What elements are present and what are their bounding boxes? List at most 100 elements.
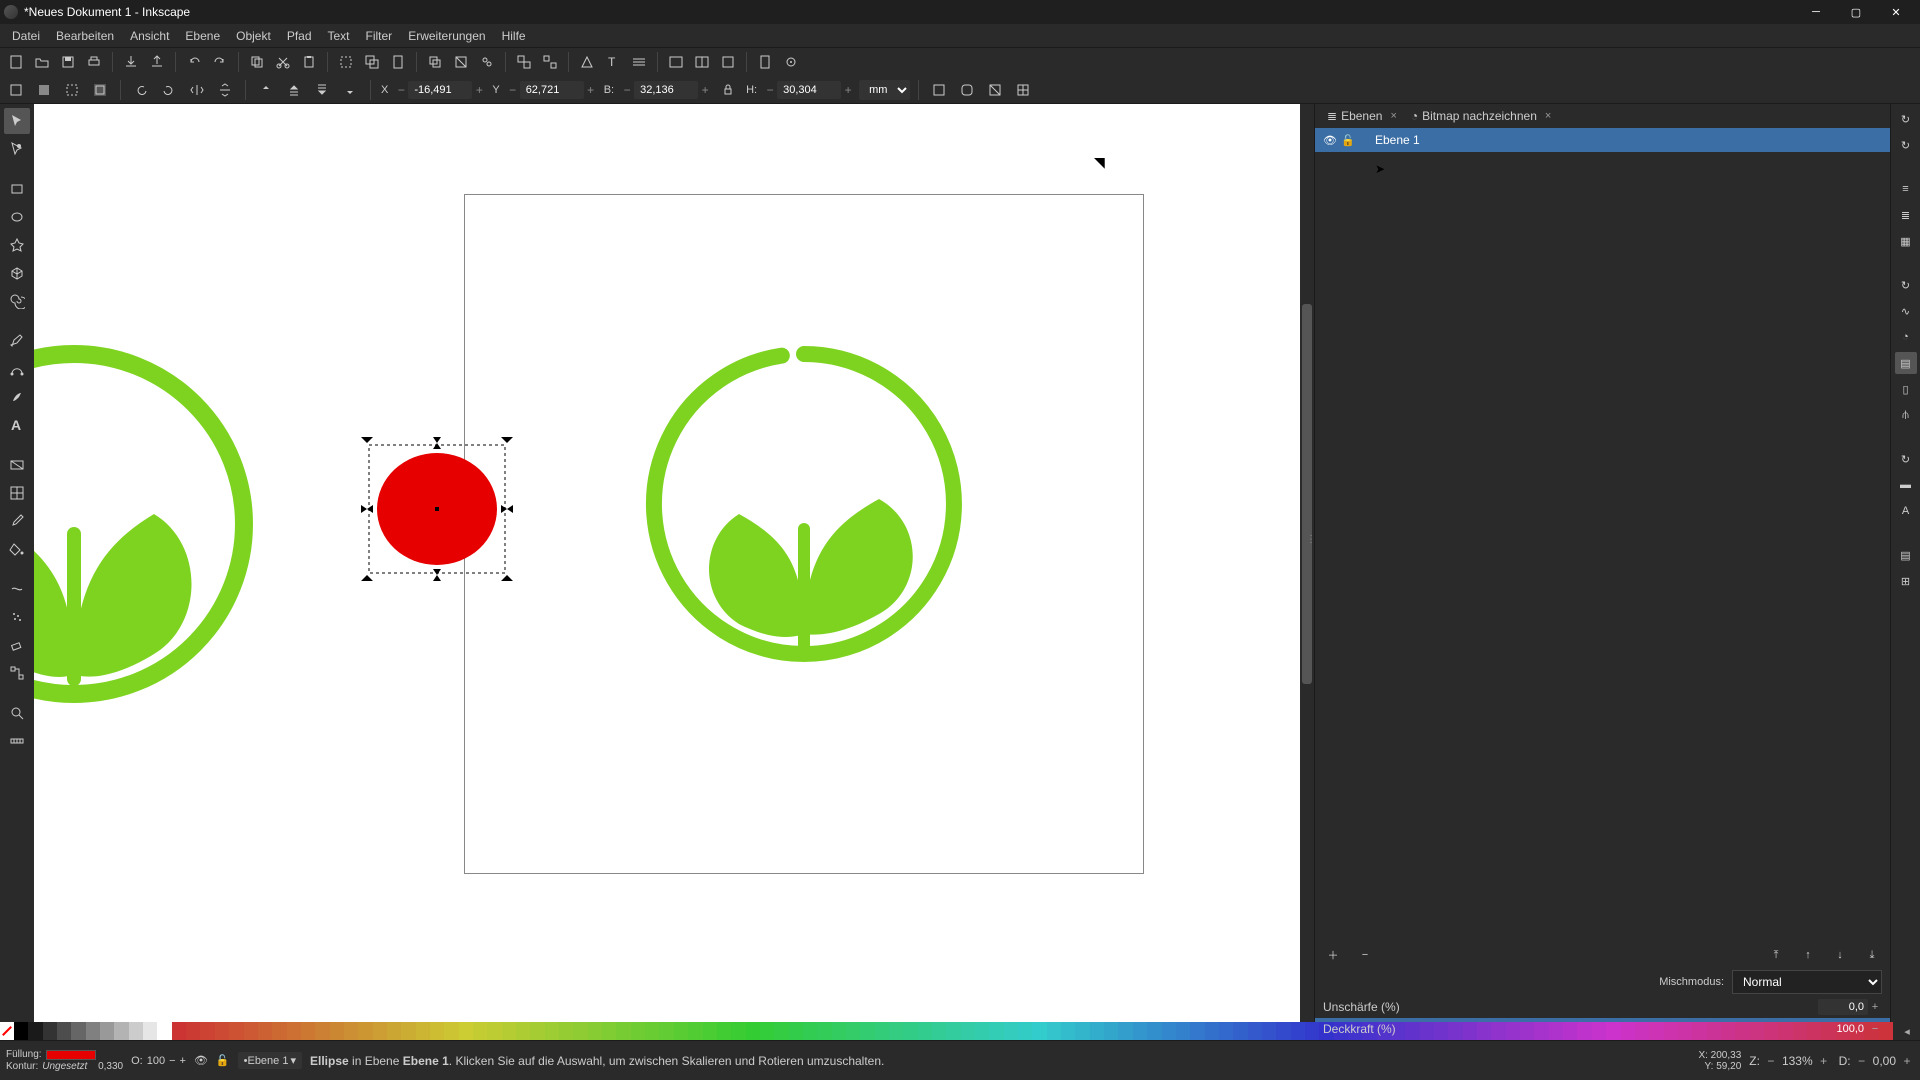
blend-mode-select[interactable]: Normal (1732, 970, 1882, 994)
rotate-ccw-button[interactable] (129, 78, 153, 102)
color-swatch[interactable] (789, 1022, 803, 1040)
layer-lock-icon[interactable]: 🔓 (1339, 134, 1357, 147)
layer-down-button[interactable]: ↓ (1828, 943, 1852, 967)
color-swatch[interactable] (200, 1022, 214, 1040)
color-swatch[interactable] (1305, 1022, 1319, 1040)
color-swatch[interactable] (889, 1022, 903, 1040)
color-swatch[interactable] (172, 1022, 186, 1040)
opacity-value[interactable]: 100,0 (1818, 1021, 1868, 1037)
layer-up-button[interactable]: ↑ (1796, 943, 1820, 967)
color-swatch[interactable] (918, 1022, 932, 1040)
color-swatch[interactable] (43, 1022, 57, 1040)
dock-prefs-icon[interactable]: ⊞ (1895, 570, 1917, 592)
w-input[interactable] (634, 81, 698, 99)
transform-stroke-button[interactable] (927, 78, 951, 102)
color-swatch[interactable] (659, 1022, 673, 1040)
canvas[interactable]: ◥ ⋮ (34, 104, 1314, 1040)
color-swatch[interactable] (703, 1022, 717, 1040)
bezier-tool[interactable] (4, 356, 30, 382)
color-swatch[interactable] (100, 1022, 114, 1040)
panel-splitter-handle[interactable]: ⋮ (1306, 534, 1314, 545)
color-swatch[interactable] (287, 1022, 301, 1040)
deselect-button[interactable] (60, 78, 84, 102)
add-layer-button[interactable]: ＋ (1321, 943, 1345, 967)
color-swatch[interactable] (1793, 1022, 1807, 1040)
transform-gradient-button[interactable] (983, 78, 1007, 102)
paste-button[interactable] (297, 50, 321, 74)
color-swatch[interactable] (401, 1022, 415, 1040)
color-swatch[interactable] (1434, 1022, 1448, 1040)
menu-path[interactable]: Pfad (279, 25, 320, 47)
color-swatch[interactable] (559, 1022, 573, 1040)
transform-dialog-button[interactable] (716, 50, 740, 74)
dock-arrange-icon[interactable]: ≣ (1895, 204, 1917, 226)
paintbucket-tool[interactable] (4, 536, 30, 562)
h-decrement[interactable]: − (763, 80, 777, 100)
color-swatch[interactable] (28, 1022, 42, 1040)
color-swatch[interactable] (932, 1022, 946, 1040)
ellipse-tool[interactable] (4, 204, 30, 230)
mesh-tool[interactable] (4, 480, 30, 506)
eraser-tool[interactable] (4, 632, 30, 658)
color-swatch[interactable] (717, 1022, 731, 1040)
color-swatch[interactable] (244, 1022, 258, 1040)
color-swatch[interactable] (1735, 1022, 1749, 1040)
color-swatch[interactable] (530, 1022, 544, 1040)
spiral-tool[interactable] (4, 288, 30, 314)
color-swatch[interactable] (803, 1022, 817, 1040)
color-swatch[interactable] (545, 1022, 559, 1040)
color-swatch[interactable] (573, 1022, 587, 1040)
color-swatch[interactable] (301, 1022, 315, 1040)
color-swatch[interactable] (674, 1022, 688, 1040)
color-swatch[interactable] (588, 1022, 602, 1040)
color-swatch[interactable] (645, 1022, 659, 1040)
color-swatch[interactable] (1004, 1022, 1018, 1040)
color-swatch[interactable] (315, 1022, 329, 1040)
color-swatch[interactable] (875, 1022, 889, 1040)
zoom-value[interactable]: 133% (1782, 1054, 1813, 1068)
color-swatch[interactable] (1649, 1022, 1663, 1040)
color-swatch[interactable] (86, 1022, 100, 1040)
connector-tool[interactable] (4, 660, 30, 686)
color-swatch[interactable] (731, 1022, 745, 1040)
menu-text[interactable]: Text (320, 25, 358, 47)
flip-vertical-button[interactable] (213, 78, 237, 102)
align-dialog-button[interactable] (690, 50, 714, 74)
color-swatch[interactable] (774, 1022, 788, 1040)
export-button[interactable] (145, 50, 169, 74)
zoom-in-button[interactable]: + (1817, 1054, 1831, 1068)
color-swatch[interactable] (961, 1022, 975, 1040)
color-swatch[interactable] (1606, 1022, 1620, 1040)
layer-lock-status-icon[interactable]: 🔓 (216, 1054, 230, 1067)
color-swatch[interactable] (1520, 1022, 1534, 1040)
color-swatch[interactable] (1778, 1022, 1792, 1040)
raise-button[interactable] (282, 78, 306, 102)
undo-button[interactable] (182, 50, 206, 74)
color-swatch[interactable] (1262, 1022, 1276, 1040)
select-all-button[interactable] (32, 78, 56, 102)
group-button[interactable] (512, 50, 536, 74)
selector-tool[interactable] (4, 108, 30, 134)
zoom-selection-button[interactable] (334, 50, 358, 74)
zoom-page-button[interactable] (386, 50, 410, 74)
copy-button[interactable] (245, 50, 269, 74)
color-swatch[interactable] (1491, 1022, 1505, 1040)
menu-file[interactable]: Datei (4, 25, 48, 47)
fill-swatch[interactable] (46, 1050, 96, 1060)
save-button[interactable] (56, 50, 80, 74)
color-swatch[interactable] (1592, 1022, 1606, 1040)
color-swatch[interactable] (688, 1022, 702, 1040)
color-swatch[interactable] (1534, 1022, 1548, 1040)
color-swatch[interactable] (186, 1022, 200, 1040)
opacity-increment[interactable]: − (1868, 1023, 1882, 1035)
ungroup-button[interactable] (538, 50, 562, 74)
dock-text-icon[interactable]: A (1895, 500, 1917, 522)
color-swatch[interactable] (1090, 1022, 1104, 1040)
zoom-tool[interactable] (4, 700, 30, 726)
opacity-status-value[interactable]: 100 (147, 1055, 165, 1067)
color-swatch[interactable] (616, 1022, 630, 1040)
color-swatch[interactable] (215, 1022, 229, 1040)
color-swatch[interactable] (602, 1022, 616, 1040)
color-swatch[interactable] (1075, 1022, 1089, 1040)
minimize-button[interactable]: ─ (1796, 0, 1836, 24)
